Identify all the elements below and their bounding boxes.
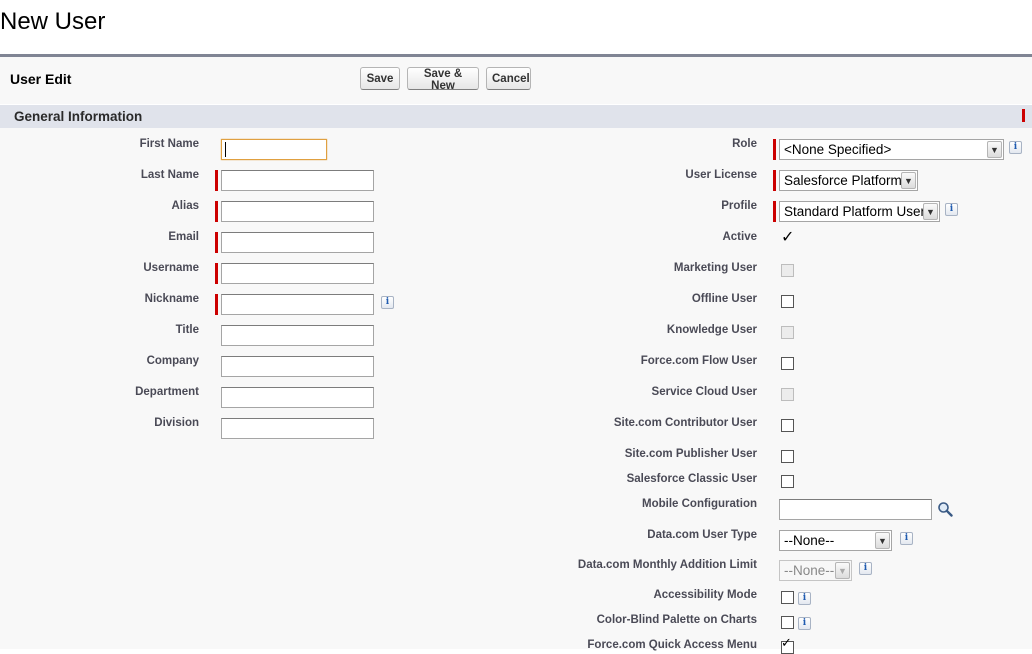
mobile-config-input[interactable] bbox=[779, 499, 932, 520]
flow-user-label: Force.com Flow User bbox=[640, 355, 757, 367]
datacom-monthly-limit-label: Data.com Monthly Addition Limit bbox=[577, 559, 757, 571]
site-contributor-label: Site.com Contributor User bbox=[613, 417, 757, 429]
check-icon: ✓ bbox=[781, 636, 792, 651]
department-label: Department bbox=[135, 386, 199, 398]
user-license-label: User License bbox=[685, 169, 757, 181]
role-value: <None Specified> bbox=[784, 142, 892, 157]
lookup-icon[interactable] bbox=[937, 501, 953, 517]
nickname-label: Nickname bbox=[144, 293, 199, 305]
datacom-monthly-limit-select: --None-- ▼ bbox=[779, 560, 852, 581]
save-and-new-button[interactable]: Save & New bbox=[407, 67, 479, 92]
department-input[interactable] bbox=[221, 387, 374, 408]
offline-user-label: Offline User bbox=[691, 293, 757, 305]
required-indicator bbox=[215, 263, 218, 284]
required-indicator bbox=[215, 294, 218, 315]
chevron-down-icon: ▼ bbox=[901, 172, 916, 189]
color-blind-checkbox[interactable] bbox=[781, 616, 794, 629]
chevron-down-icon: ▼ bbox=[835, 562, 850, 579]
email-input[interactable] bbox=[221, 232, 374, 253]
email-label: Email bbox=[168, 231, 199, 243]
section-header: General Information bbox=[0, 104, 1032, 128]
site-contributor-checkbox[interactable] bbox=[781, 419, 794, 432]
info-icon[interactable]: i bbox=[798, 617, 811, 630]
marketing-user-checkbox bbox=[781, 264, 794, 277]
mobile-config-label: Mobile Configuration bbox=[642, 498, 757, 510]
site-publisher-label: Site.com Publisher User bbox=[624, 448, 757, 460]
service-cloud-user-checkbox bbox=[781, 388, 794, 401]
classic-user-label: Salesforce Classic User bbox=[626, 473, 757, 485]
username-label: Username bbox=[143, 262, 199, 274]
info-icon[interactable]: i bbox=[900, 532, 913, 545]
color-blind-label: Color-Blind Palette on Charts bbox=[596, 614, 757, 626]
info-icon[interactable]: i bbox=[945, 203, 958, 216]
marketing-user-label: Marketing User bbox=[673, 262, 757, 274]
offline-user-checkbox[interactable] bbox=[781, 295, 794, 308]
active-checkbox[interactable]: ✓ bbox=[781, 229, 794, 245]
page-title: New User bbox=[0, 8, 106, 35]
first-name-input[interactable] bbox=[221, 139, 327, 160]
profile-label: Profile bbox=[721, 200, 757, 212]
quick-access-menu-label: Force.com Quick Access Menu bbox=[587, 639, 757, 651]
chevron-down-icon: ▼ bbox=[923, 203, 938, 220]
accessibility-mode-checkbox[interactable] bbox=[781, 591, 794, 604]
required-indicator bbox=[773, 139, 776, 160]
info-icon[interactable]: i bbox=[381, 296, 394, 309]
info-icon[interactable]: i bbox=[1009, 141, 1022, 154]
accessibility-mode-label: Accessibility Mode bbox=[653, 589, 757, 601]
profile-value: Standard Platform User bbox=[784, 204, 926, 219]
datacom-user-type-value: --None-- bbox=[784, 533, 835, 548]
required-indicator bbox=[215, 170, 218, 191]
role-label: Role bbox=[732, 138, 757, 150]
classic-user-checkbox[interactable] bbox=[781, 475, 794, 488]
company-input[interactable] bbox=[221, 356, 374, 377]
site-publisher-checkbox[interactable] bbox=[781, 450, 794, 463]
edit-header: User Edit bbox=[10, 71, 72, 87]
knowledge-user-label: Knowledge User bbox=[666, 324, 757, 336]
section-title: General Information bbox=[14, 109, 143, 124]
division-input[interactable] bbox=[221, 418, 374, 439]
info-icon[interactable]: i bbox=[859, 562, 872, 575]
active-label: Active bbox=[722, 231, 757, 243]
profile-select[interactable]: Standard Platform User ▼ bbox=[779, 201, 940, 222]
datacom-monthly-limit-value: --None-- bbox=[784, 563, 835, 578]
datacom-user-type-label: Data.com User Type bbox=[647, 529, 757, 541]
username-input[interactable] bbox=[221, 263, 374, 284]
role-select[interactable]: <None Specified> ▼ bbox=[779, 139, 1004, 160]
info-icon[interactable]: i bbox=[798, 592, 811, 605]
last-name-label: Last Name bbox=[140, 169, 199, 181]
chevron-down-icon: ▼ bbox=[987, 141, 1002, 158]
text-caret bbox=[225, 142, 226, 157]
cancel-button[interactable]: Cancel bbox=[486, 67, 531, 90]
chevron-down-icon: ▼ bbox=[875, 532, 890, 549]
user-license-value: Salesforce Platform bbox=[784, 173, 902, 188]
required-indicator bbox=[1022, 109, 1025, 122]
company-label: Company bbox=[146, 355, 199, 367]
title-label: Title bbox=[175, 324, 199, 336]
required-indicator bbox=[215, 232, 218, 253]
knowledge-user-checkbox bbox=[781, 326, 794, 339]
alias-input[interactable] bbox=[221, 201, 374, 222]
first-name-label: First Name bbox=[139, 138, 199, 150]
save-button[interactable]: Save bbox=[360, 67, 400, 90]
nickname-input[interactable] bbox=[221, 294, 374, 315]
required-indicator bbox=[773, 201, 776, 222]
title-input[interactable] bbox=[221, 325, 374, 346]
datacom-user-type-select[interactable]: --None-- ▼ bbox=[779, 530, 892, 551]
service-cloud-user-label: Service Cloud User bbox=[651, 386, 757, 398]
alias-label: Alias bbox=[171, 200, 200, 212]
required-indicator bbox=[773, 170, 776, 191]
flow-user-checkbox[interactable] bbox=[781, 357, 794, 370]
required-indicator bbox=[215, 201, 218, 222]
last-name-input[interactable] bbox=[221, 170, 374, 191]
user-license-select[interactable]: Salesforce Platform ▼ bbox=[779, 170, 918, 191]
division-label: Division bbox=[154, 417, 199, 429]
